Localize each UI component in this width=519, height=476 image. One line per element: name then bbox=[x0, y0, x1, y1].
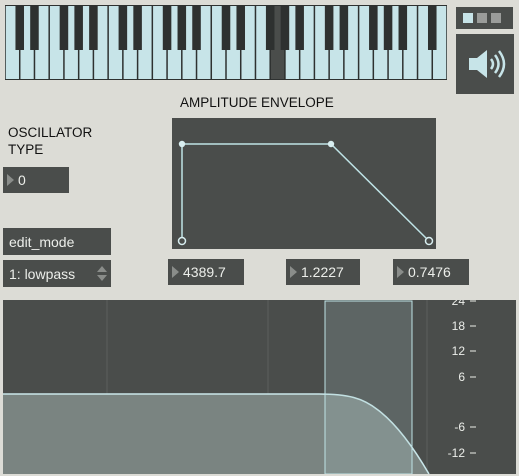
bandwidth-region[interactable] bbox=[324, 300, 413, 474]
oscillator-type-numbox[interactable]: 0 bbox=[3, 167, 69, 193]
db-label: 6 bbox=[458, 370, 465, 384]
oscillator-value: 0 bbox=[18, 172, 26, 188]
black-key[interactable] bbox=[59, 6, 69, 50]
black-key[interactable] bbox=[192, 6, 201, 50]
piano-keyboard[interactable] bbox=[5, 5, 447, 80]
envelope-point[interactable] bbox=[177, 236, 187, 246]
edit-mode-label: edit_mode bbox=[3, 228, 111, 255]
black-key[interactable] bbox=[236, 6, 246, 50]
black-key[interactable] bbox=[280, 6, 290, 50]
envelope-point[interactable] bbox=[327, 140, 335, 148]
black-key[interactable] bbox=[89, 6, 98, 50]
black-key[interactable] bbox=[74, 6, 83, 50]
envelope-title: AMPLITUDE ENVELOPE bbox=[180, 95, 334, 110]
filter-type-dropdown[interactable]: 1: lowpass bbox=[3, 260, 111, 287]
envelope-point[interactable] bbox=[424, 236, 434, 246]
black-key[interactable] bbox=[133, 6, 142, 50]
numbox-arrow-icon bbox=[397, 266, 404, 278]
black-key[interactable] bbox=[162, 6, 172, 50]
speaker-icon bbox=[469, 50, 506, 78]
black-key[interactable] bbox=[383, 6, 393, 50]
black-key[interactable] bbox=[295, 6, 304, 50]
numbox-arrow-icon bbox=[290, 266, 297, 278]
q-numbox[interactable]: 1.2227 bbox=[286, 259, 360, 285]
oscillator-type-label: OSCILLATOR TYPE bbox=[8, 125, 93, 157]
black-key[interactable] bbox=[369, 6, 378, 50]
black-key[interactable] bbox=[398, 6, 408, 50]
black-key[interactable] bbox=[118, 6, 128, 50]
frequency-value: 4389.7 bbox=[183, 264, 226, 280]
gain-numbox[interactable]: 0.7476 bbox=[393, 259, 469, 285]
frequency-numbox[interactable]: 4389.7 bbox=[168, 259, 244, 285]
db-label: -6 bbox=[454, 420, 465, 434]
black-key[interactable] bbox=[324, 6, 334, 50]
filter-type-value: 1: lowpass bbox=[9, 265, 76, 282]
db-label: -12 bbox=[448, 446, 466, 460]
db-label: 18 bbox=[452, 319, 466, 333]
db-label: 12 bbox=[452, 344, 466, 358]
amplitude-envelope[interactable] bbox=[172, 118, 436, 249]
envelope-point[interactable] bbox=[178, 140, 186, 148]
black-key[interactable] bbox=[15, 6, 25, 50]
black-key[interactable] bbox=[177, 6, 187, 50]
black-key[interactable] bbox=[30, 6, 39, 50]
speaker-button[interactable] bbox=[456, 34, 514, 94]
black-key[interactable] bbox=[265, 6, 275, 50]
numbox-arrow-icon bbox=[172, 266, 179, 278]
black-key[interactable] bbox=[339, 6, 349, 50]
filter-graph[interactable]: 24 18 12 6 -6 -12 bbox=[3, 300, 516, 474]
gain-value: 0.7476 bbox=[408, 264, 451, 280]
black-key[interactable] bbox=[427, 6, 437, 50]
updown-arrows-icon bbox=[97, 266, 107, 281]
mode-indicator-icon[interactable] bbox=[456, 7, 513, 29]
edit-mode-text: edit_mode bbox=[9, 233, 75, 250]
q-value: 1.2227 bbox=[301, 264, 344, 280]
numbox-arrow-icon bbox=[7, 174, 14, 186]
db-label: 24 bbox=[452, 300, 466, 308]
black-key[interactable] bbox=[221, 6, 231, 50]
